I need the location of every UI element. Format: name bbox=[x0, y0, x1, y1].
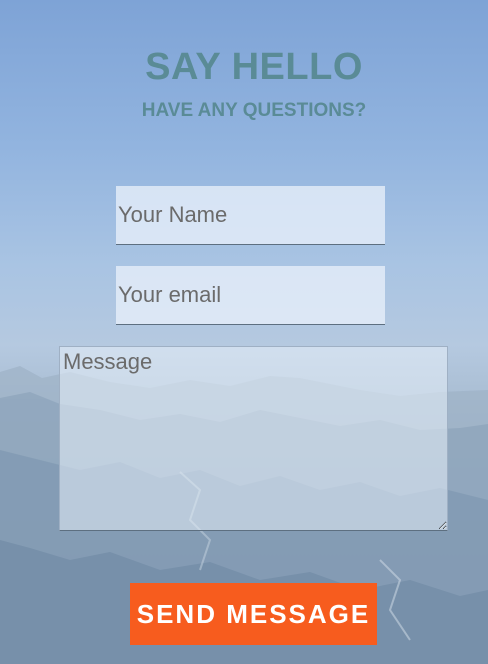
send-message-button[interactable]: SEND MESSAGE bbox=[130, 583, 377, 645]
message-textarea[interactable] bbox=[59, 346, 448, 531]
page-title: SAY HELLO bbox=[145, 46, 363, 88]
page-subtitle: HAVE ANY QUESTIONS? bbox=[141, 100, 367, 121]
email-input[interactable] bbox=[116, 266, 385, 325]
name-input[interactable] bbox=[116, 186, 385, 245]
